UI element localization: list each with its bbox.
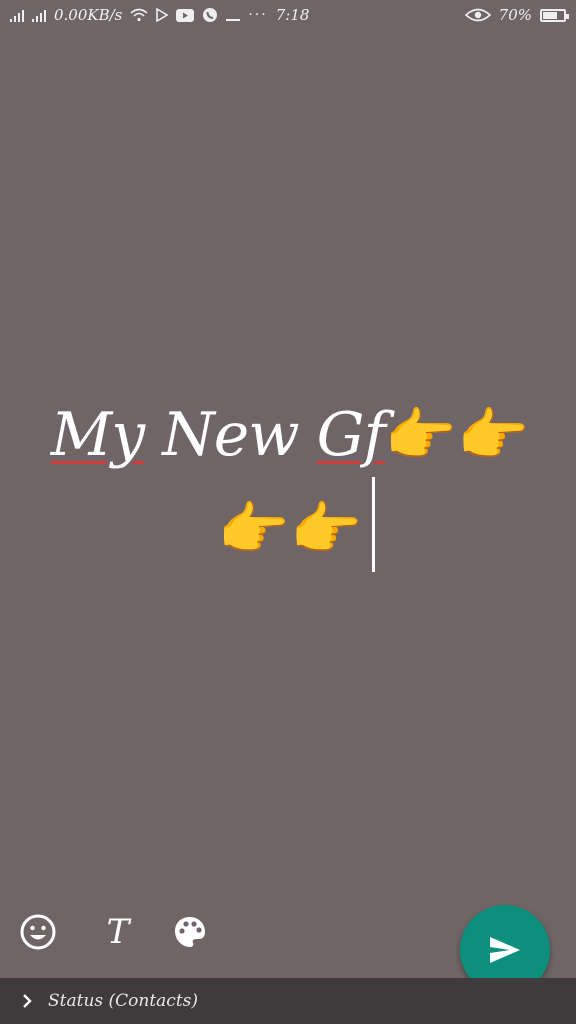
text-word: My: [50, 400, 145, 470]
send-icon: [490, 937, 520, 963]
text-cursor: [372, 477, 375, 572]
play-store-icon: [156, 8, 169, 22]
status-audience-bar[interactable]: Status (Contacts): [0, 978, 576, 1024]
whatsapp-icon: [203, 8, 218, 22]
wifi-icon: [130, 8, 148, 22]
status-bar-left: 0.00KB/s ··· 7:18: [10, 6, 309, 24]
background-color-button[interactable]: [168, 910, 212, 954]
emoji-icon: [20, 914, 56, 950]
font-style-button[interactable]: T: [96, 910, 140, 954]
emoji-button[interactable]: [16, 910, 60, 954]
clock: 7:18: [275, 6, 310, 24]
pointing-right-emoji: 👉👉: [384, 401, 530, 469]
status-text-input[interactable]: My New Gf👉👉 👉👉: [40, 388, 540, 576]
more-icon: ···: [248, 7, 268, 23]
audience-label: Status (Contacts): [48, 991, 199, 1011]
status-bar-right: 70%: [464, 6, 569, 24]
battery-level: [543, 11, 557, 19]
signal-icon: [10, 8, 24, 22]
download-icon: [226, 19, 241, 21]
pointing-right-emoji: 👉👉: [217, 495, 363, 563]
text-word: New: [162, 400, 299, 470]
network-speed: 0.00KB/s: [54, 6, 123, 24]
youtube-icon: [176, 8, 195, 22]
battery-percent: 70%: [498, 6, 532, 24]
text-word: Gf: [316, 400, 386, 470]
signal-icon: [32, 8, 46, 22]
palette-icon: [175, 917, 205, 947]
chevron-right-icon: [23, 994, 32, 1008]
battery-icon: [540, 8, 569, 22]
status-bar: 0.00KB/s ··· 7:18 70%: [0, 0, 576, 30]
eye-icon: [464, 8, 491, 22]
